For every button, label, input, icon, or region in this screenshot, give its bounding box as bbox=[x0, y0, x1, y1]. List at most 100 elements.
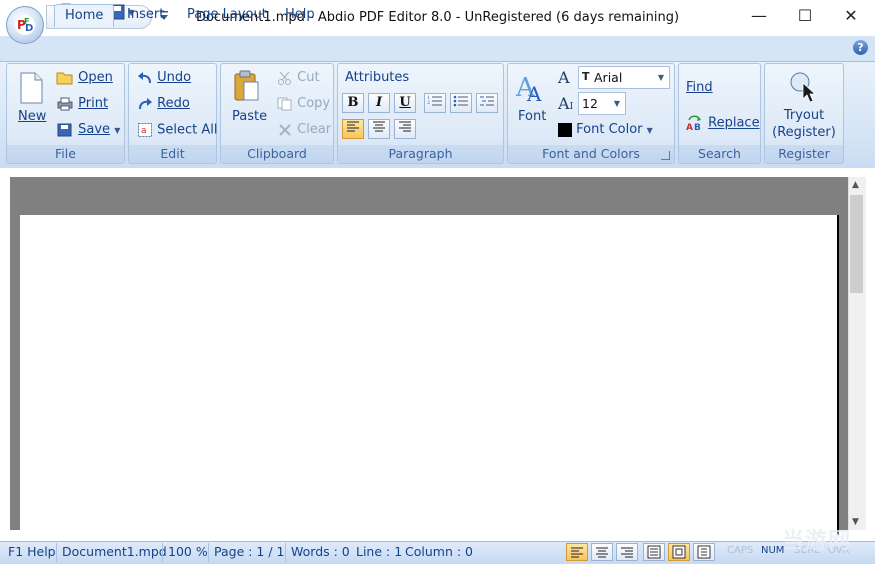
tryout-label: Tryout bbox=[783, 108, 825, 123]
align-left-icon bbox=[571, 547, 583, 558]
clear-label: Clear bbox=[297, 122, 332, 137]
status-separator bbox=[56, 543, 57, 562]
font-color-button[interactable]: Font Color ▼ bbox=[558, 122, 653, 137]
numbered-list-button[interactable]: 12 bbox=[424, 93, 446, 113]
scroll-up-arrow-icon[interactable]: ▲ bbox=[852, 180, 859, 190]
svg-text:F: F bbox=[24, 17, 29, 26]
group-label-search: Search bbox=[679, 145, 760, 163]
attributes-button[interactable]: Attributes bbox=[345, 70, 409, 85]
font-size-select[interactable]: 12 ▼ bbox=[578, 92, 626, 115]
save-disk-icon bbox=[57, 123, 72, 136]
status-words: Words : 0 bbox=[291, 544, 350, 559]
num-lock-indicator: NUM bbox=[761, 545, 785, 556]
status-separator bbox=[285, 543, 286, 562]
clear-button[interactable]: Clear bbox=[277, 122, 331, 137]
dialog-launcher-icon[interactable] bbox=[661, 151, 670, 160]
align-center-icon bbox=[373, 121, 385, 132]
align-right-button[interactable] bbox=[394, 119, 416, 139]
bullet-list-button[interactable] bbox=[450, 93, 472, 113]
font-name-select[interactable]: T Arial ▼ bbox=[578, 66, 670, 89]
align-left-button[interactable] bbox=[342, 119, 364, 139]
open-button[interactable]: Open bbox=[56, 70, 113, 85]
status-view-web-button[interactable] bbox=[693, 543, 715, 561]
group-label-font-and-colors: Font and Colors bbox=[508, 145, 674, 163]
undo-icon bbox=[138, 71, 151, 83]
status-align-right-button[interactable] bbox=[616, 543, 638, 561]
group-label-paragraph: Paragraph bbox=[338, 145, 503, 163]
status-align-center-button[interactable] bbox=[591, 543, 613, 561]
minimize-button[interactable]: — bbox=[736, 0, 782, 32]
save-button[interactable]: Save ▼ bbox=[56, 122, 120, 137]
save-dropdown-arrow-icon: ▼ bbox=[114, 126, 121, 135]
replace-ab-icon: AB bbox=[686, 115, 701, 132]
print-button[interactable]: Print bbox=[56, 96, 108, 111]
find-button[interactable]: Find bbox=[686, 80, 713, 95]
redo-button[interactable]: Redo bbox=[137, 96, 190, 111]
font-color-label: Font Color bbox=[576, 122, 643, 137]
font-color-swatch bbox=[558, 122, 572, 137]
align-right-icon bbox=[621, 547, 633, 558]
status-line: Line : 1 bbox=[356, 544, 403, 559]
help-icon[interactable]: ? bbox=[853, 40, 868, 55]
tab-home[interactable]: Home bbox=[54, 4, 115, 27]
select-all-button[interactable]: a Select All bbox=[137, 122, 218, 138]
svg-text:a: a bbox=[141, 126, 147, 136]
status-align-left-button[interactable] bbox=[566, 543, 588, 561]
tab-help[interactable]: Help bbox=[275, 4, 325, 26]
paste-label: Paste bbox=[232, 109, 268, 124]
font-color-dropdown-arrow-icon: ▼ bbox=[646, 126, 653, 135]
align-left-icon bbox=[347, 121, 359, 132]
select-all-label: Select All bbox=[157, 122, 218, 138]
paste-button[interactable]: Paste bbox=[228, 70, 268, 130]
clear-x-icon bbox=[279, 123, 291, 136]
tab-page-layout[interactable]: Page Layout bbox=[177, 4, 277, 26]
new-page-icon bbox=[20, 72, 43, 104]
status-separator bbox=[162, 543, 163, 562]
align-right-icon bbox=[399, 121, 411, 132]
font-label: Font bbox=[518, 109, 547, 124]
copy-button[interactable]: Copy bbox=[277, 96, 330, 111]
view-normal-icon bbox=[647, 545, 661, 559]
ribbon-tab-bar bbox=[0, 36, 875, 62]
vertical-scrollbar-thumb[interactable] bbox=[850, 195, 863, 293]
underline-button[interactable]: U bbox=[394, 93, 416, 113]
font-grow-icon[interactable]: A bbox=[558, 68, 570, 87]
undo-label: Undo bbox=[157, 70, 192, 85]
tab-insert[interactable]: Insert bbox=[117, 4, 174, 26]
align-center-icon bbox=[596, 547, 608, 558]
italic-button[interactable]: I bbox=[368, 93, 390, 113]
undo-button[interactable]: Undo bbox=[137, 70, 191, 85]
svg-text:2: 2 bbox=[427, 100, 430, 106]
align-center-button[interactable] bbox=[368, 119, 390, 139]
close-button[interactable]: ✕ bbox=[828, 0, 874, 32]
save-label: Save bbox=[78, 122, 111, 137]
new-button-label: New bbox=[18, 109, 47, 124]
status-filename: Document1.mpd bbox=[62, 544, 167, 559]
font-size-icon[interactable]: AI bbox=[558, 94, 573, 113]
indent-list-button[interactable] bbox=[476, 93, 498, 113]
status-page: Page : 1 / 1 bbox=[214, 544, 285, 559]
tryout-register-button[interactable]: Tryout (Register) bbox=[770, 68, 838, 142]
redo-label: Redo bbox=[157, 96, 190, 111]
open-folder-icon bbox=[56, 72, 73, 84]
svg-text:A: A bbox=[526, 82, 542, 104]
font-size-value: 12 bbox=[582, 96, 598, 111]
cut-label: Cut bbox=[297, 70, 320, 85]
copy-icon bbox=[277, 97, 292, 110]
truetype-font-icon: T bbox=[582, 70, 590, 83]
status-view-normal-button[interactable] bbox=[643, 543, 665, 561]
font-button[interactable]: AA Font bbox=[514, 70, 550, 130]
print-label: Print bbox=[78, 96, 109, 111]
cut-button[interactable]: Cut bbox=[277, 70, 320, 85]
multilevel-list-icon bbox=[480, 96, 494, 106]
redo-icon bbox=[139, 97, 152, 109]
document-page[interactable] bbox=[20, 215, 839, 535]
status-view-page-button[interactable] bbox=[668, 543, 690, 561]
view-page-layout-icon bbox=[672, 545, 686, 559]
application-menu-button[interactable]: P D F bbox=[6, 6, 44, 44]
new-button[interactable]: New bbox=[14, 70, 48, 130]
maximize-button[interactable]: ☐ bbox=[782, 0, 828, 32]
replace-button[interactable]: AB Replace bbox=[686, 114, 760, 133]
bold-button[interactable]: B bbox=[342, 93, 364, 113]
scroll-down-arrow-icon[interactable]: ▼ bbox=[852, 517, 859, 527]
